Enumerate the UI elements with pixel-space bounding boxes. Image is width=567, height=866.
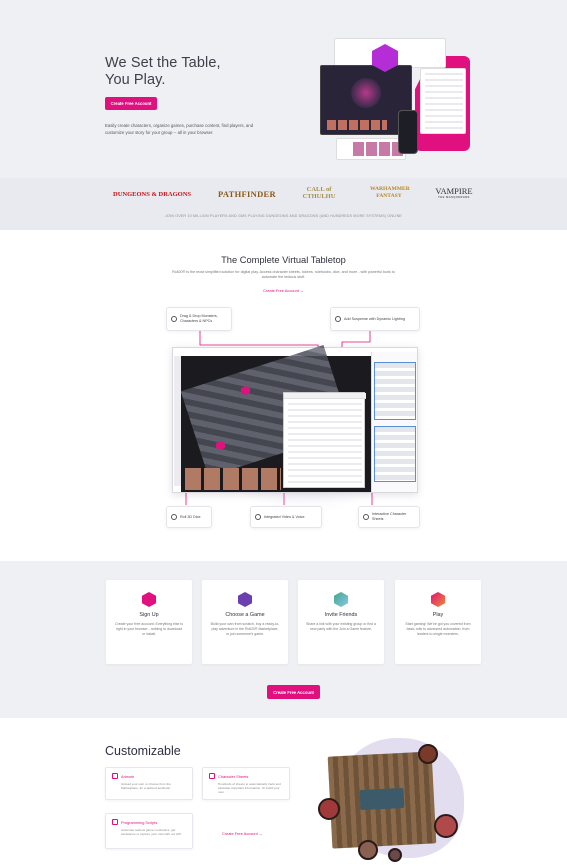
vtt-section-description: Roll20® is the most simplified solution … — [172, 270, 395, 279]
steps-create-account-button[interactable]: Create Free Account — [267, 685, 320, 699]
video-icon — [255, 514, 261, 520]
callout-sheets: Interactive Character Sheets — [358, 506, 420, 528]
feature-card-character-sheets: Character Sheets Hundreds of sheets to a… — [202, 767, 290, 800]
hero-description: Easily create characters, organize games… — [105, 123, 254, 135]
vtt-screenshot — [172, 345, 418, 493]
step-card-sign-up: Sign Up Create your free account. Everyt… — [106, 580, 192, 664]
logo-vampire-title: VAMPIRE — [435, 186, 473, 196]
feature-card-title-text: Programming Scripts — [121, 819, 158, 825]
logo-vampire[interactable]: VAMPIRE THE MASQUERADE — [434, 186, 474, 199]
logo-dnd[interactable]: DUNGEONS & DRAGONS — [113, 191, 191, 198]
arrow-right-icon: → — [299, 288, 304, 293]
art-token-2 — [318, 798, 340, 820]
step-text: Share a link with your existing group or… — [306, 622, 376, 631]
d20-icon — [171, 514, 177, 520]
sheet-icon — [209, 773, 215, 779]
vtt-character-sheet-window — [283, 392, 366, 488]
feature-card-title: Character Sheets — [209, 773, 283, 779]
customizable-title: Customizable — [105, 744, 181, 758]
vtt-create-account-link[interactable]: Create Free Account → — [0, 288, 567, 293]
logo-pathfinder[interactable]: PATHFINDER — [218, 189, 276, 199]
user-icon — [142, 592, 156, 607]
art-map-table — [359, 787, 405, 811]
callout-sheets-label: Interactive Character Sheets — [372, 512, 407, 521]
customizable-link-label: Create Free Account — [222, 831, 258, 836]
callout-dice: Roll 3D Dice — [166, 506, 212, 528]
collage-laptop — [336, 138, 406, 160]
callout-dice-label: Roll 3D Dice — [180, 514, 201, 519]
art-token-5 — [388, 848, 402, 862]
feature-card-title: Programming Scripts — [112, 819, 186, 825]
feature-card-text: Automate tedious game mechanics, get ass… — [121, 828, 182, 837]
dice-icon — [431, 592, 445, 607]
partner-logos-band — [0, 178, 567, 230]
collage-portrait-row — [327, 120, 387, 130]
customizable-art — [318, 738, 464, 866]
image-icon — [112, 773, 118, 779]
book-icon — [238, 592, 252, 607]
logos-caption: JOIN OVER 10 MILLION PLAYERS AND GMS PLA… — [165, 214, 402, 218]
collage-phone — [398, 110, 418, 154]
drag-drop-icon — [171, 316, 177, 322]
hero-title-line-1: We Set the Table, — [105, 55, 221, 71]
feature-card-title: Artwork — [112, 773, 186, 779]
callout-drag-drop: Drag & Drop Monsters, Characters & NPCs — [166, 307, 232, 331]
collage-map-glow — [351, 78, 381, 108]
lightbulb-icon — [335, 316, 341, 322]
art-token-1 — [418, 744, 438, 764]
vtt-link-label: Create Free Account — [263, 288, 299, 293]
step-card-invite-friends: Invite Friends Share a link with your ex… — [298, 580, 384, 664]
vtt-section-title: The Complete Virtual Tabletop — [221, 255, 346, 265]
collage-laptop-thumbs — [353, 142, 403, 156]
step-title: Invite Friends — [324, 612, 358, 618]
feature-card-artwork: Artwork Upload your own or choose from t… — [105, 767, 193, 800]
step-card-choose-game: Choose a Game Build your own from scratc… — [202, 580, 288, 664]
code-icon — [112, 819, 118, 825]
vtt-sidebar-panel-top — [374, 362, 416, 420]
vtt-sheet-body — [288, 403, 362, 483]
feature-card-text: Upload your own or choose from the Marke… — [121, 782, 171, 791]
hero-title: We Set the Table, You Play. — [105, 55, 221, 89]
step-text: Build your own from scratch, buy a ready… — [210, 622, 280, 636]
feature-card-text: Hundreds of sheets to automatically trac… — [218, 782, 281, 795]
callout-lighting-label: Add Suspense with Dynamic Lighting — [344, 316, 405, 321]
logo-call-of-cthulhu[interactable]: CALL of CTHULHU — [302, 186, 336, 200]
art-token-4 — [358, 840, 378, 860]
arrow-right-icon: → — [258, 831, 263, 836]
step-text: Create your free account. Everything els… — [115, 622, 183, 636]
invite-icon — [334, 592, 348, 607]
step-title: Play — [432, 612, 444, 618]
art-token-3 — [434, 814, 458, 838]
step-title: Sign Up — [139, 612, 159, 618]
hero-section — [0, 0, 567, 178]
step-title: Choose a Game — [225, 612, 265, 618]
collage-sheet-lines — [425, 73, 463, 131]
callout-video-label: Integrated Video & Voice — [264, 514, 305, 519]
step-text: Start gaming! We've got you covered from… — [405, 622, 471, 636]
feature-card-scripts: Programming Scripts Automate tedious gam… — [105, 813, 193, 849]
vtt-sheet-header — [284, 393, 366, 399]
callout-video: Integrated Video & Voice — [250, 506, 322, 528]
customizable-create-account-link[interactable]: Create Free Account → — [222, 831, 263, 836]
feature-card-title-text: Character Sheets — [218, 773, 249, 779]
hero-create-account-button[interactable]: Create Free Account — [105, 97, 157, 110]
art-tavern-map — [327, 751, 437, 849]
sheet-icon — [363, 514, 369, 520]
vtt-toolbar — [174, 356, 181, 486]
collage-character-sheet — [420, 68, 466, 134]
hero-product-collage — [320, 38, 470, 160]
vtt-token-row — [185, 468, 281, 490]
callout-lighting: Add Suspense with Dynamic Lighting — [330, 307, 420, 331]
vtt-sidebar — [371, 352, 417, 492]
hero-title-line-2: You Play. — [105, 72, 166, 88]
logo-warhammer[interactable]: WARHAMMER FANTASY — [370, 186, 410, 199]
step-card-play: Play Start gaming! We've got you covered… — [395, 580, 481, 664]
feature-card-title-text: Artwork — [121, 773, 135, 779]
callout-drag-drop-label: Drag & Drop Monsters, Characters & NPCs — [180, 314, 218, 323]
vtt-sidebar-panel-bottom — [374, 426, 416, 482]
logo-vampire-subtitle: THE MASQUERADE — [438, 196, 470, 199]
